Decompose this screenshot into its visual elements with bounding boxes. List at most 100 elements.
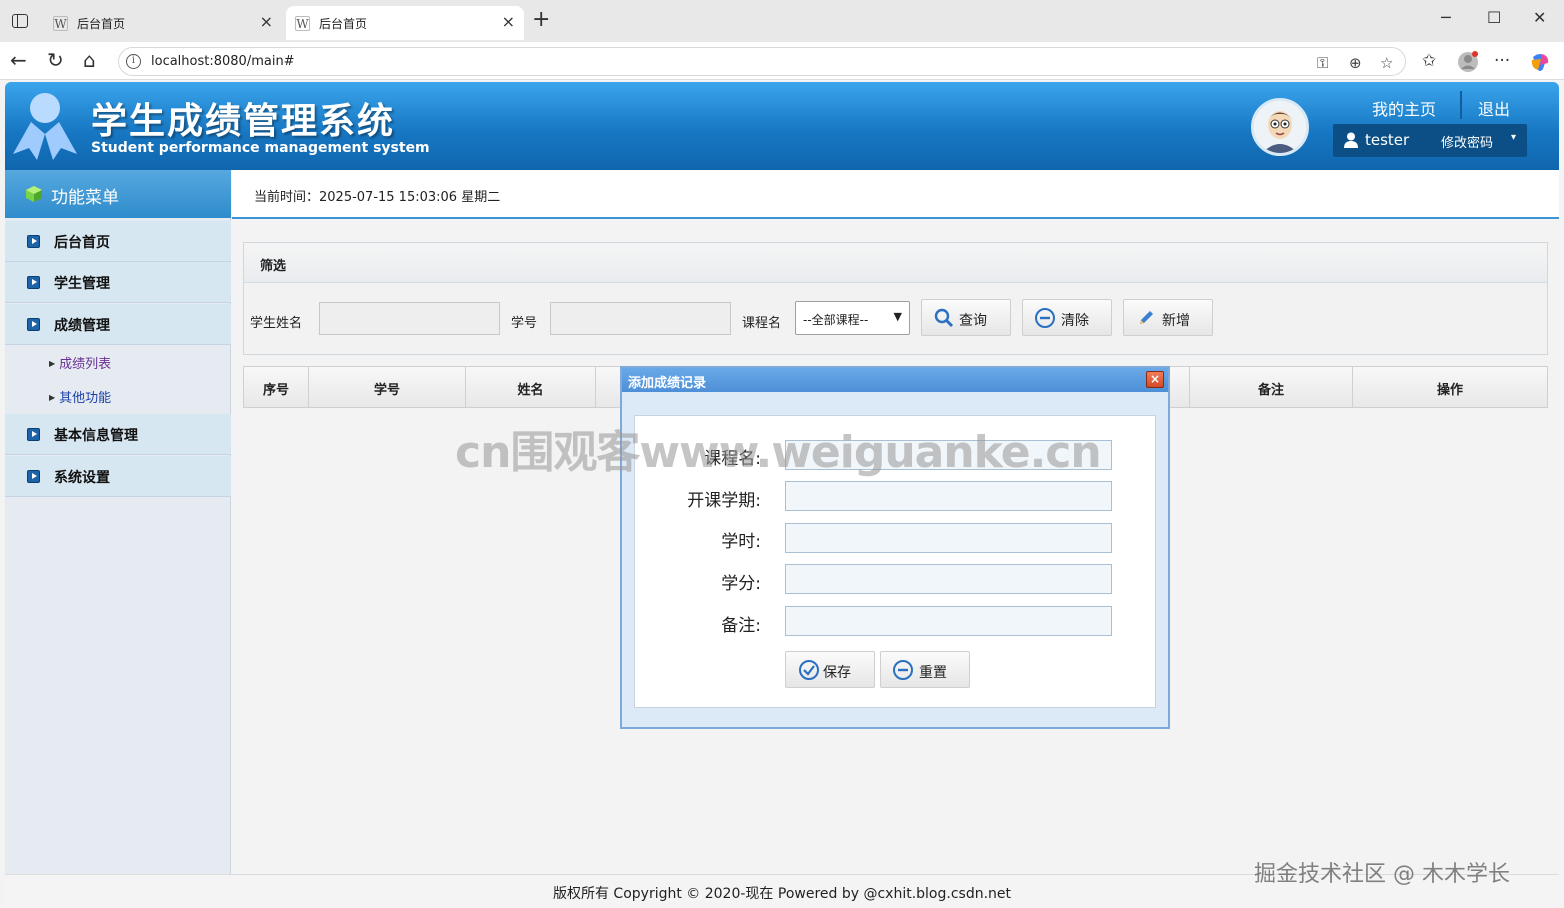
student-name-input[interactable] bbox=[319, 302, 500, 335]
more-menu-icon[interactable]: ··· bbox=[1494, 51, 1510, 71]
sidebar-item-settings[interactable]: 系统设置 bbox=[5, 456, 231, 497]
zoom-icon[interactable]: ⊕ bbox=[1349, 54, 1362, 72]
copilot-icon[interactable] bbox=[1529, 51, 1551, 78]
minimize-icon[interactable]: ─ bbox=[1441, 8, 1451, 27]
new-tab-button[interactable]: + bbox=[532, 9, 550, 31]
arrow-right-icon bbox=[27, 235, 40, 248]
browser-tab-2[interactable]: W 后台首页 × bbox=[286, 6, 524, 40]
arrow-down-icon bbox=[27, 318, 40, 331]
minus-circle-icon bbox=[892, 659, 914, 685]
add-button-label: 新增 bbox=[1162, 313, 1190, 329]
sidebar-heading: 功能菜单 bbox=[5, 170, 231, 218]
my-home-link[interactable]: 我的主页 bbox=[1372, 96, 1436, 120]
sidebar-item-grades[interactable]: 成绩管理 bbox=[5, 304, 231, 345]
sidebar-item-home[interactable]: 后台首页 bbox=[5, 221, 231, 262]
user-icon bbox=[1344, 132, 1358, 152]
reload-icon[interactable]: ↻ bbox=[47, 49, 64, 71]
column-header-label: 序号 bbox=[262, 383, 289, 398]
address-bar[interactable]: i localhost:8080/main# ⚿ ⊕ ☆ bbox=[118, 47, 1406, 76]
chevron-down-icon[interactable]: ▾ bbox=[1511, 132, 1516, 143]
sidebar-item-label: 成绩管理 bbox=[54, 318, 110, 334]
minus-circle-icon bbox=[1034, 307, 1056, 333]
column-header-label: 学号 bbox=[373, 383, 400, 398]
subitem-label: 成绩列表 bbox=[59, 357, 112, 372]
change-password-link[interactable]: 修改密码 bbox=[1441, 132, 1493, 151]
chevron-down-icon: ▼ bbox=[893, 310, 902, 323]
profile-icon[interactable] bbox=[1457, 51, 1479, 78]
column-header[interactable]: 操作 bbox=[1353, 367, 1547, 407]
dialog-titlebar[interactable]: 添加成绩记录 × bbox=[622, 368, 1168, 392]
search-icon bbox=[934, 308, 954, 332]
header-separator bbox=[1460, 91, 1462, 119]
column-header-label: 姓名 bbox=[517, 383, 544, 398]
course-select[interactable]: --全部课程-- ▼ bbox=[795, 301, 910, 335]
column-header[interactable]: 姓名 bbox=[466, 367, 596, 407]
close-tab-icon[interactable]: × bbox=[260, 12, 273, 31]
add-button[interactable]: 新增 bbox=[1123, 299, 1213, 336]
dialog-title: 添加成绩记录 bbox=[628, 376, 707, 391]
favorite-star-icon[interactable]: ☆ bbox=[1380, 54, 1393, 72]
clear-button[interactable]: 清除 bbox=[1022, 299, 1112, 336]
maximize-icon[interactable]: ☐ bbox=[1487, 8, 1501, 27]
favorites-icon[interactable]: ✩ bbox=[1422, 51, 1436, 71]
search-button-label: 查询 bbox=[959, 313, 987, 329]
tab-favicon: W bbox=[53, 16, 68, 31]
remark-input[interactable] bbox=[785, 606, 1112, 636]
tab-actions-icon[interactable] bbox=[12, 14, 28, 28]
sidebar-item-students[interactable]: 学生管理 bbox=[5, 262, 231, 303]
address-toolbar: ← ↻ ⌂ i localhost:8080/main# ⚿ ⊕ ☆ ✩ ··· bbox=[0, 42, 1564, 80]
student-name-label: 学生姓名 bbox=[250, 316, 303, 331]
column-header[interactable]: 学号 bbox=[309, 367, 466, 407]
username: tester bbox=[1365, 131, 1410, 149]
app-header: 学生成绩管理系统 Student performance management … bbox=[5, 82, 1559, 170]
tab-title: 后台首页 bbox=[77, 17, 126, 31]
bullet-arrow-icon: ▶ bbox=[49, 359, 56, 368]
subitem-label: 其他功能 bbox=[59, 391, 112, 406]
clear-button-label: 清除 bbox=[1061, 313, 1089, 329]
search-button[interactable]: 查询 bbox=[921, 299, 1011, 336]
tab-title: 后台首页 bbox=[319, 17, 368, 31]
hours-input[interactable] bbox=[785, 523, 1112, 553]
save-button-label: 保存 bbox=[823, 665, 851, 681]
credits-label: 学分: bbox=[721, 574, 761, 594]
app-frame: 学生成绩管理系统 Student performance management … bbox=[5, 82, 1559, 908]
sidebar-item-label: 系统设置 bbox=[54, 470, 110, 486]
save-button[interactable]: 保存 bbox=[785, 651, 875, 688]
app-subtitle: Student performance management system bbox=[91, 140, 430, 156]
column-header-label: 备注 bbox=[1257, 383, 1284, 398]
sidebar-item-basic-info[interactable]: 基本信息管理 bbox=[5, 414, 231, 455]
filter-heading: 筛选 bbox=[244, 243, 1547, 283]
close-icon[interactable]: × bbox=[1146, 371, 1164, 388]
key-icon[interactable]: ⚿ bbox=[1317, 54, 1328, 72]
user-menu[interactable]: tester 修改密码 ▾ bbox=[1333, 124, 1527, 157]
sidebar-subitem-other[interactable]: ▶ 其他功能 bbox=[49, 387, 111, 406]
check-circle-icon bbox=[798, 659, 820, 685]
app-title: 学生成绩管理系统 bbox=[91, 101, 396, 142]
semester-input[interactable] bbox=[785, 481, 1112, 511]
reset-button-label: 重置 bbox=[919, 665, 947, 681]
semester-label: 开课学期: bbox=[687, 491, 761, 511]
close-window-icon[interactable]: ✕ bbox=[1533, 8, 1546, 27]
student-no-label: 学号 bbox=[511, 316, 538, 331]
arrow-right-icon bbox=[27, 428, 40, 441]
site-info-icon[interactable]: i bbox=[126, 54, 141, 69]
column-header-label: 操作 bbox=[1436, 383, 1463, 398]
close-tab-icon[interactable]: × bbox=[502, 12, 515, 31]
avatar[interactable] bbox=[1251, 98, 1309, 156]
hours-label: 学时: bbox=[721, 532, 761, 552]
column-header[interactable]: 序号 bbox=[244, 367, 309, 407]
sidebar: 功能菜单 后台首页 学生管理 成绩管理 ▶ 成绩列表 ▶ 其他功能 基本信息管理 系… bbox=[5, 170, 231, 908]
credits-input[interactable] bbox=[785, 564, 1112, 594]
logout-link[interactable]: 退出 bbox=[1478, 96, 1510, 120]
cube-icon bbox=[25, 185, 43, 207]
browser-tab-1[interactable]: W 后台首页 × bbox=[44, 6, 282, 40]
column-header[interactable]: 备注 bbox=[1190, 367, 1353, 407]
home-icon[interactable]: ⌂ bbox=[83, 49, 96, 71]
back-icon[interactable]: ← bbox=[10, 49, 27, 71]
sidebar-subitem-grade-list[interactable]: ▶ 成绩列表 bbox=[49, 353, 111, 372]
reset-button[interactable]: 重置 bbox=[880, 651, 970, 688]
pencil-icon bbox=[1137, 309, 1155, 331]
course-select-value: --全部课程-- bbox=[803, 313, 869, 327]
student-no-input[interactable] bbox=[550, 302, 731, 335]
url-text[interactable]: localhost:8080/main# bbox=[151, 54, 295, 69]
